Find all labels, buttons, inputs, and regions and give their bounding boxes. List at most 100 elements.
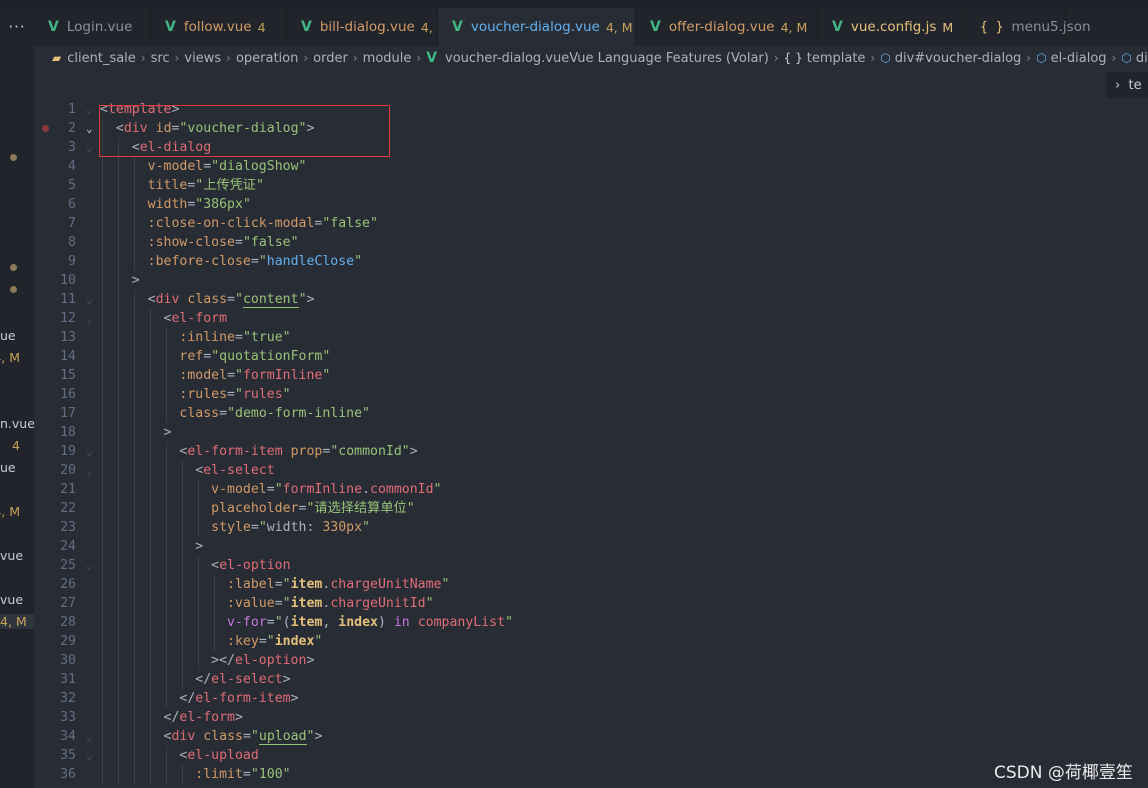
tab-label: vue.config.js: [850, 19, 937, 35]
breadcrumb-item[interactable]: Vue Language Features (Volar): [569, 51, 769, 66]
code-line[interactable]: 29 :key="index": [34, 632, 1148, 651]
code-line[interactable]: 20 ⌄ <el-select: [34, 461, 1148, 480]
outline-toggle[interactable]: › te: [1107, 72, 1148, 98]
tab-label: menu5.json: [1011, 19, 1091, 35]
code-token: =: [203, 159, 212, 174]
code-token: =: [227, 387, 235, 402]
tab-follow-vue[interactable]: Vfollow.vue 4: [151, 8, 287, 46]
code-line[interactable]: 9 :before-close="handleClose": [34, 252, 1148, 271]
explorer-panel: ue 4, M n.vue 4 ue 4, M vue vue 4, M: [0, 46, 34, 788]
explorer-file-item[interactable]: 4, M: [0, 504, 20, 519]
code-line[interactable]: 13 :inline="true": [34, 328, 1148, 347]
tab-status-badge: 4, M: [605, 19, 633, 35]
fold-chevron-icon[interactable]: ⌄: [86, 138, 98, 157]
code-editor[interactable]: 1 ⌄ <template> 2 ⌄ <div id="voucher-dialog">…: [34, 70, 1148, 788]
tab-menu5-json[interactable]: { } menu5.json: [966, 8, 1091, 46]
code-line[interactable]: 3 ⌄ <el-dialog: [34, 138, 1148, 157]
fold-chevron-icon[interactable]: ⌄: [86, 461, 98, 480]
code-token: ": [425, 596, 434, 611]
code-line[interactable]: 35 ⌄ <el-upload: [34, 746, 1148, 765]
breadcrumb-item[interactable]: ⬡ el-dialog: [1036, 51, 1106, 66]
code-line[interactable]: 16 :rules="rules": [34, 385, 1148, 404]
code-line[interactable]: 26 :label="item.chargeUnitName": [34, 575, 1148, 594]
code-line[interactable]: 22 placeholder="请选择结算单位": [34, 499, 1148, 518]
code-line[interactable]: 28 v-for="(item, index) in companyList": [34, 613, 1148, 632]
code-line[interactable]: 5 title="上传凭证": [34, 176, 1148, 195]
breadcrumb-item[interactable]: module: [363, 51, 412, 66]
breadcrumb-label: module: [362, 50, 412, 66]
fold-chevron-icon[interactable]: ⌄: [86, 309, 98, 328]
code-text: :limit="100": [100, 765, 290, 784]
code-line[interactable]: 6 width="386px": [34, 195, 1148, 214]
code-line[interactable]: 14 ref="quotationForm": [34, 347, 1148, 366]
explorer-file-item[interactable]: 4: [12, 438, 20, 453]
code-line[interactable]: 32 </el-form-item>: [34, 689, 1148, 708]
code-text: :show-close="false": [100, 233, 299, 252]
code-line[interactable]: 7 :close-on-click-modal="false": [34, 214, 1148, 233]
explorer-file-item[interactable]: ue: [0, 460, 16, 475]
fold-chevron-icon[interactable]: ⌄: [86, 100, 98, 119]
line-number: 33: [60, 710, 76, 725]
tab-voucher-dialog-vue[interactable]: Vvoucher-dialog.vue4, M✕: [438, 8, 655, 46]
code-text: class="demo-form-inline": [100, 404, 370, 423]
explorer-file-item[interactable]: n.vue: [0, 416, 34, 431]
breadcrumb-item[interactable]: ▰ client_sale: [34, 51, 136, 66]
code-line[interactable]: 31 </el-select>: [34, 670, 1148, 689]
breadcrumb-item[interactable]: src: [151, 51, 170, 66]
tab-Login-vue[interactable]: V Login.vue: [34, 8, 151, 46]
code-token: width:: [266, 520, 323, 535]
fold-chevron-icon[interactable]: ⌄: [86, 727, 98, 746]
code-line[interactable]: 24 >: [34, 537, 1148, 556]
fold-chevron-icon[interactable]: ⌄: [86, 746, 98, 765]
code-line[interactable]: 11 ⌄ <div class="content">: [34, 290, 1148, 309]
fold-chevron-icon[interactable]: ⌄: [86, 119, 98, 138]
code-line[interactable]: 1 ⌄ <template>: [34, 100, 1148, 119]
breadcrumb-item[interactable]: ⬡div.content: [1121, 51, 1148, 66]
code-line[interactable]: 19 ⌄ <el-form-item prop="commonId">: [34, 442, 1148, 461]
tab-vue-config-js[interactable]: Vvue.config.js M: [818, 8, 966, 46]
code-token: ": [258, 520, 267, 535]
code-line[interactable]: 21 v-model="formInline.commonId": [34, 480, 1148, 499]
code-line[interactable]: 15 :model="formInline": [34, 366, 1148, 385]
code-line[interactable]: 8 :show-close="false": [34, 233, 1148, 252]
fold-chevron-icon[interactable]: ⌄: [86, 442, 98, 461]
code-line[interactable]: 23 style="width: 330px": [34, 518, 1148, 537]
explorer-file-item[interactable]: 4, M: [0, 614, 34, 629]
code-line[interactable]: 17 class="demo-form-inline": [34, 404, 1148, 423]
code-line[interactable]: 12 ⌄ <el-form: [34, 309, 1148, 328]
breadcrumb-item[interactable]: ⬡ div#voucher-dialog: [880, 51, 1021, 66]
code-token: ): [377, 615, 394, 630]
code-token: ": [266, 634, 275, 649]
breadcrumb-item[interactable]: { } template: [784, 51, 866, 66]
breadcrumb-item[interactable]: order: [313, 51, 348, 66]
code-line[interactable]: 33 </el-form>: [34, 708, 1148, 727]
code-line[interactable]: 2 ⌄ <div id="voucher-dialog">: [34, 119, 1148, 138]
explorer-file-item[interactable]: vue: [0, 592, 23, 607]
code-line[interactable]: 25 ⌄ <el-option: [34, 556, 1148, 575]
breadcrumb-item[interactable]: Vvoucher-dialog.vue: [426, 50, 569, 66]
code-line[interactable]: 36 :limit="100": [34, 765, 1148, 784]
tab-offer-dialog-vue[interactable]: Voffer-dialog.vue 4, M: [636, 8, 818, 46]
fold-chevron-icon[interactable]: ⌄: [86, 290, 98, 309]
code-line[interactable]: 34 ⌄ <div class="upload">: [34, 727, 1148, 746]
more-actions-icon[interactable]: ···: [0, 8, 34, 46]
fold-chevron-icon[interactable]: ⌄: [86, 556, 98, 575]
code-text: <div class="content">: [100, 290, 314, 309]
line-number: 22: [60, 501, 76, 516]
breadcrumb-item[interactable]: views: [184, 51, 221, 66]
code-token: ": [282, 596, 291, 611]
explorer-file-item[interactable]: vue: [0, 548, 23, 563]
code-line[interactable]: 18 >: [34, 423, 1148, 442]
explorer-file-item[interactable]: 4, M: [0, 350, 20, 365]
explorer-file-item[interactable]: ue: [0, 328, 16, 343]
breadcrumb-item[interactable]: operation: [236, 51, 298, 66]
code-line[interactable]: 27 :value="item.chargeUnitId": [34, 594, 1148, 613]
code-line[interactable]: 30 ></el-option>: [34, 651, 1148, 670]
code-line[interactable]: 10 >: [34, 271, 1148, 290]
tab-bill-dialog-vue[interactable]: Vbill-dialog.vue 4, M: [287, 8, 448, 46]
code-line[interactable]: 4 v-model="dialogShow": [34, 157, 1148, 176]
chevron-right-icon: ›: [870, 51, 876, 65]
